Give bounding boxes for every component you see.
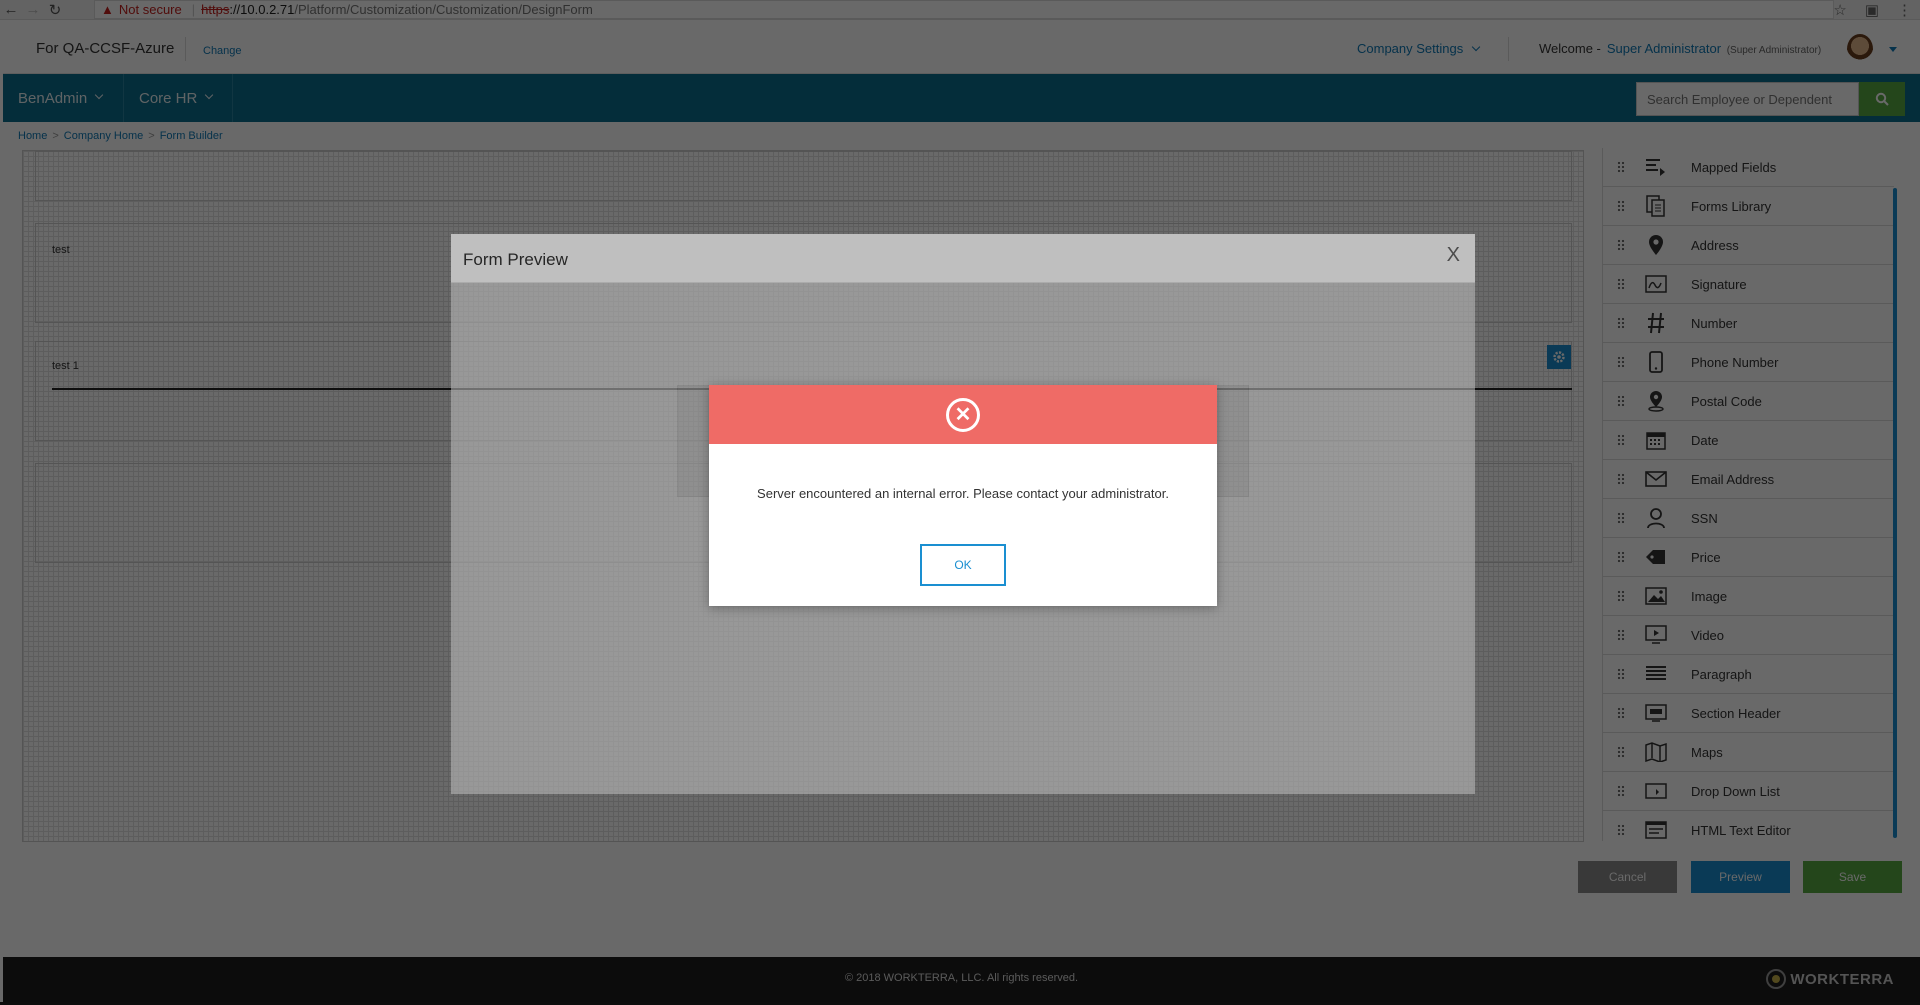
ok-button[interactable]: OK — [920, 544, 1006, 586]
error-dialog-header: ✕ — [709, 385, 1217, 444]
error-x-circle-icon: ✕ — [946, 397, 980, 432]
error-message: Server encountered an internal error. Pl… — [757, 486, 1169, 501]
error-dialog: ✕ Server encountered an internal error. … — [709, 385, 1217, 606]
